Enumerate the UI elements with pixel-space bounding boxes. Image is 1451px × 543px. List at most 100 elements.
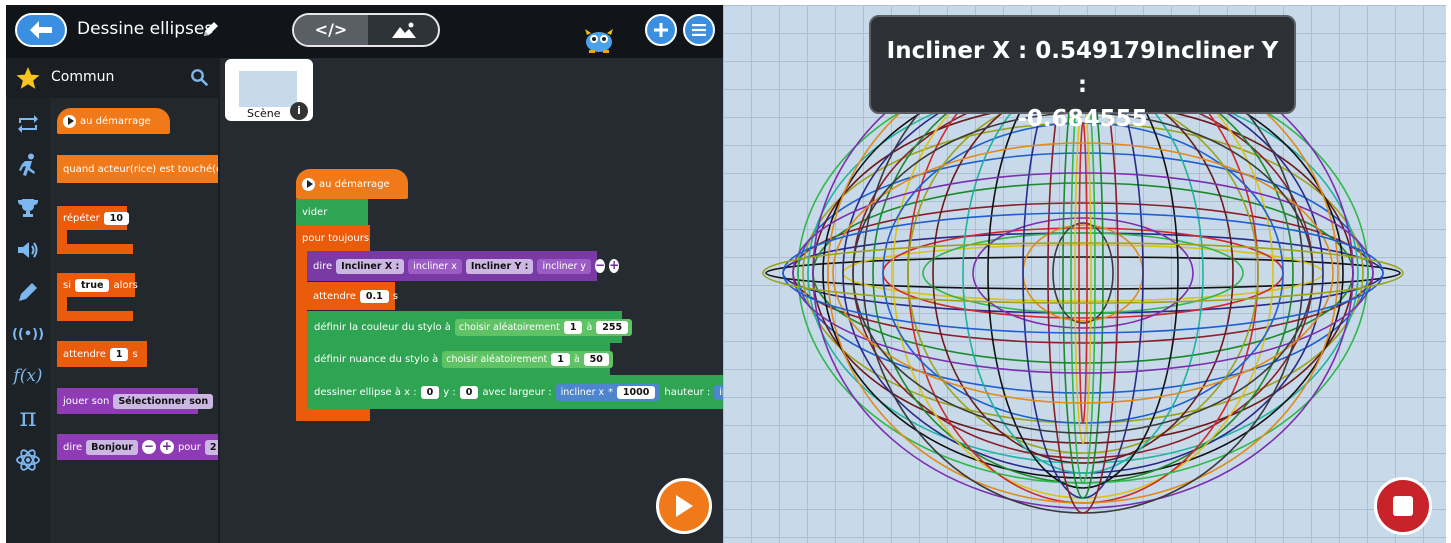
script-block-wait[interactable]: attendre 0.1 s [307, 282, 398, 310]
search-icon[interactable] [190, 68, 208, 86]
script-block-forever[interactable]: pour toujours [296, 225, 370, 251]
category-header: Commun [6, 58, 218, 98]
palette-block-play-sound[interactable]: jouer son Sélectionner son [57, 388, 214, 414]
block-label: définir la couleur du stylo à [314, 321, 451, 333]
to-label: à [586, 321, 593, 333]
speaker-icon[interactable] [11, 233, 45, 267]
play-circle-icon [63, 114, 76, 128]
palette-block-wait[interactable]: attendre 1 s [57, 341, 147, 367]
block-label: avec largeur : [482, 386, 552, 398]
category-label[interactable]: Commun [51, 69, 114, 85]
script-block-when-started[interactable]: au démarrage [296, 169, 408, 199]
palette-block-when-started[interactable]: au démarrage [57, 108, 170, 134]
view-toggle: </> [292, 13, 440, 47]
info-icon[interactable]: i [290, 102, 308, 120]
shade-from-slot[interactable]: 1 [551, 352, 570, 366]
height-expression-slot[interactable]: incliner [714, 384, 723, 400]
script-block-set-pen-shade[interactable]: définir nuance du stylo à choisir aléato… [307, 343, 613, 375]
forever-block-foot [296, 409, 370, 421]
drawn-ellipse [1052, 222, 1114, 324]
plus-icon [654, 23, 668, 37]
script-block-draw-ellipse[interactable]: dessiner ellipse à x : 0 y : 0 avec larg… [307, 375, 723, 409]
wait-value-slot[interactable]: 0.1 [359, 289, 389, 303]
stage-canvas[interactable]: Incliner X : 0.549179Incliner Y : -0.684… [723, 5, 1446, 543]
monster-icon[interactable] [582, 27, 616, 53]
drawn-ellipse [972, 217, 1194, 329]
times-operator: * [608, 386, 613, 398]
repeat-count-slot[interactable]: 10 [103, 211, 129, 225]
script-block-clear[interactable]: vider [296, 199, 368, 225]
minus-icon[interactable]: − [141, 440, 156, 454]
script-block-set-pen-color[interactable]: définir la couleur du stylo à choisir al… [307, 311, 633, 343]
pi-icon[interactable]: π [11, 401, 45, 435]
minus-icon[interactable]: − [595, 259, 606, 273]
block-label: dire [63, 441, 83, 453]
block-label: s [392, 290, 398, 302]
back-button[interactable] [15, 13, 67, 47]
random-label: choisir aléatoirement [446, 353, 548, 365]
landscape-icon [392, 22, 416, 38]
palette-block-when-touched[interactable]: quand acteur(rice) est touché(e) [57, 155, 218, 183]
block-label: quand acteur(rice) est touché(e) [63, 163, 218, 175]
sound-select-slot[interactable]: Sélectionner son [113, 393, 214, 409]
block-label: s [132, 348, 138, 360]
pencil-icon[interactable] [202, 20, 220, 38]
stop-button[interactable] [1374, 477, 1432, 535]
tilt-x-sensor-slot[interactable]: incliner x [408, 258, 462, 274]
atom-icon[interactable] [11, 443, 45, 477]
palette-divider [218, 58, 220, 543]
palette-block-say[interactable]: dire Bonjour − + pour 2 [57, 434, 218, 460]
block-label: attendre [63, 348, 106, 360]
stop-icon [1393, 496, 1413, 516]
loop-icon[interactable] [11, 107, 45, 141]
repeat-block-foot [57, 244, 133, 254]
block-palette: au démarrage quand acteur(rice) est touc… [50, 98, 218, 543]
ellipse-x-slot[interactable]: 0 [420, 385, 440, 399]
running-man-icon[interactable] [11, 149, 45, 183]
palette-block-if[interactable]: si true alors [57, 273, 138, 297]
function-icon[interactable]: f(x) [11, 359, 45, 393]
color-from-slot[interactable]: 1 [563, 320, 583, 334]
run-button[interactable] [656, 478, 712, 534]
say-duration-slot[interactable]: 2 [204, 439, 218, 455]
tilt-x-sensor-label: incliner x [560, 386, 605, 398]
block-label: au démarrage [319, 178, 390, 190]
say-text-slot[interactable]: Bonjour [86, 439, 138, 455]
code-view-button[interactable]: </> [294, 15, 368, 45]
menu-button[interactable] [683, 14, 715, 46]
pen-icon[interactable] [11, 275, 45, 309]
arrow-left-icon [30, 21, 52, 39]
block-label: définir nuance du stylo à [314, 353, 439, 365]
forever-block-arm [296, 251, 307, 409]
block-label: y : [443, 386, 456, 398]
shade-to-slot[interactable]: 50 [583, 352, 609, 366]
play-icon [676, 495, 693, 517]
scene-thumbnail[interactable]: Scène i [225, 59, 313, 121]
say-text1-slot[interactable]: Incliner X : [336, 258, 405, 274]
say-text2-slot[interactable]: Incliner Y : [465, 258, 534, 274]
wait-value-slot[interactable]: 1 [109, 347, 129, 361]
star-icon[interactable] [15, 66, 41, 90]
width-factor-slot[interactable]: 1000 [616, 385, 656, 399]
ellipse-y-slot[interactable]: 0 [459, 385, 479, 399]
color-to-slot[interactable]: 255 [596, 320, 629, 334]
plus-icon[interactable]: + [159, 440, 174, 454]
app-window: Dessine ellipses </> Commun ((•)) f(x) π… [6, 5, 1446, 543]
add-button[interactable] [645, 14, 677, 46]
scene-view-button[interactable] [368, 15, 438, 45]
plus-icon[interactable]: + [609, 259, 620, 273]
trophy-icon[interactable] [11, 191, 45, 225]
project-title[interactable]: Dessine ellipses [77, 19, 213, 39]
random-color-slot[interactable]: choisir aléatoirement 1 à 255 [454, 318, 633, 336]
random-shade-slot[interactable]: choisir aléatoirement 1 à 50 [442, 350, 613, 368]
palette-block-repeat[interactable]: répéter 10 [57, 206, 129, 230]
to-label: à [573, 353, 580, 365]
broadcast-icon[interactable]: ((•)) [11, 317, 45, 351]
tilt-y-sensor-slot[interactable]: incliner y [537, 258, 592, 274]
drawn-ellipse [807, 82, 1359, 464]
width-expression-slot[interactable]: incliner x * 1000 [555, 383, 661, 401]
if-condition-slot[interactable]: true [75, 278, 110, 292]
drawn-ellipse [882, 227, 1284, 319]
script-block-say[interactable]: dire Incliner X : incliner x Incliner Y … [307, 251, 620, 281]
speech-text-line1: Incliner X : 0.549179Incliner Y : [886, 38, 1279, 98]
